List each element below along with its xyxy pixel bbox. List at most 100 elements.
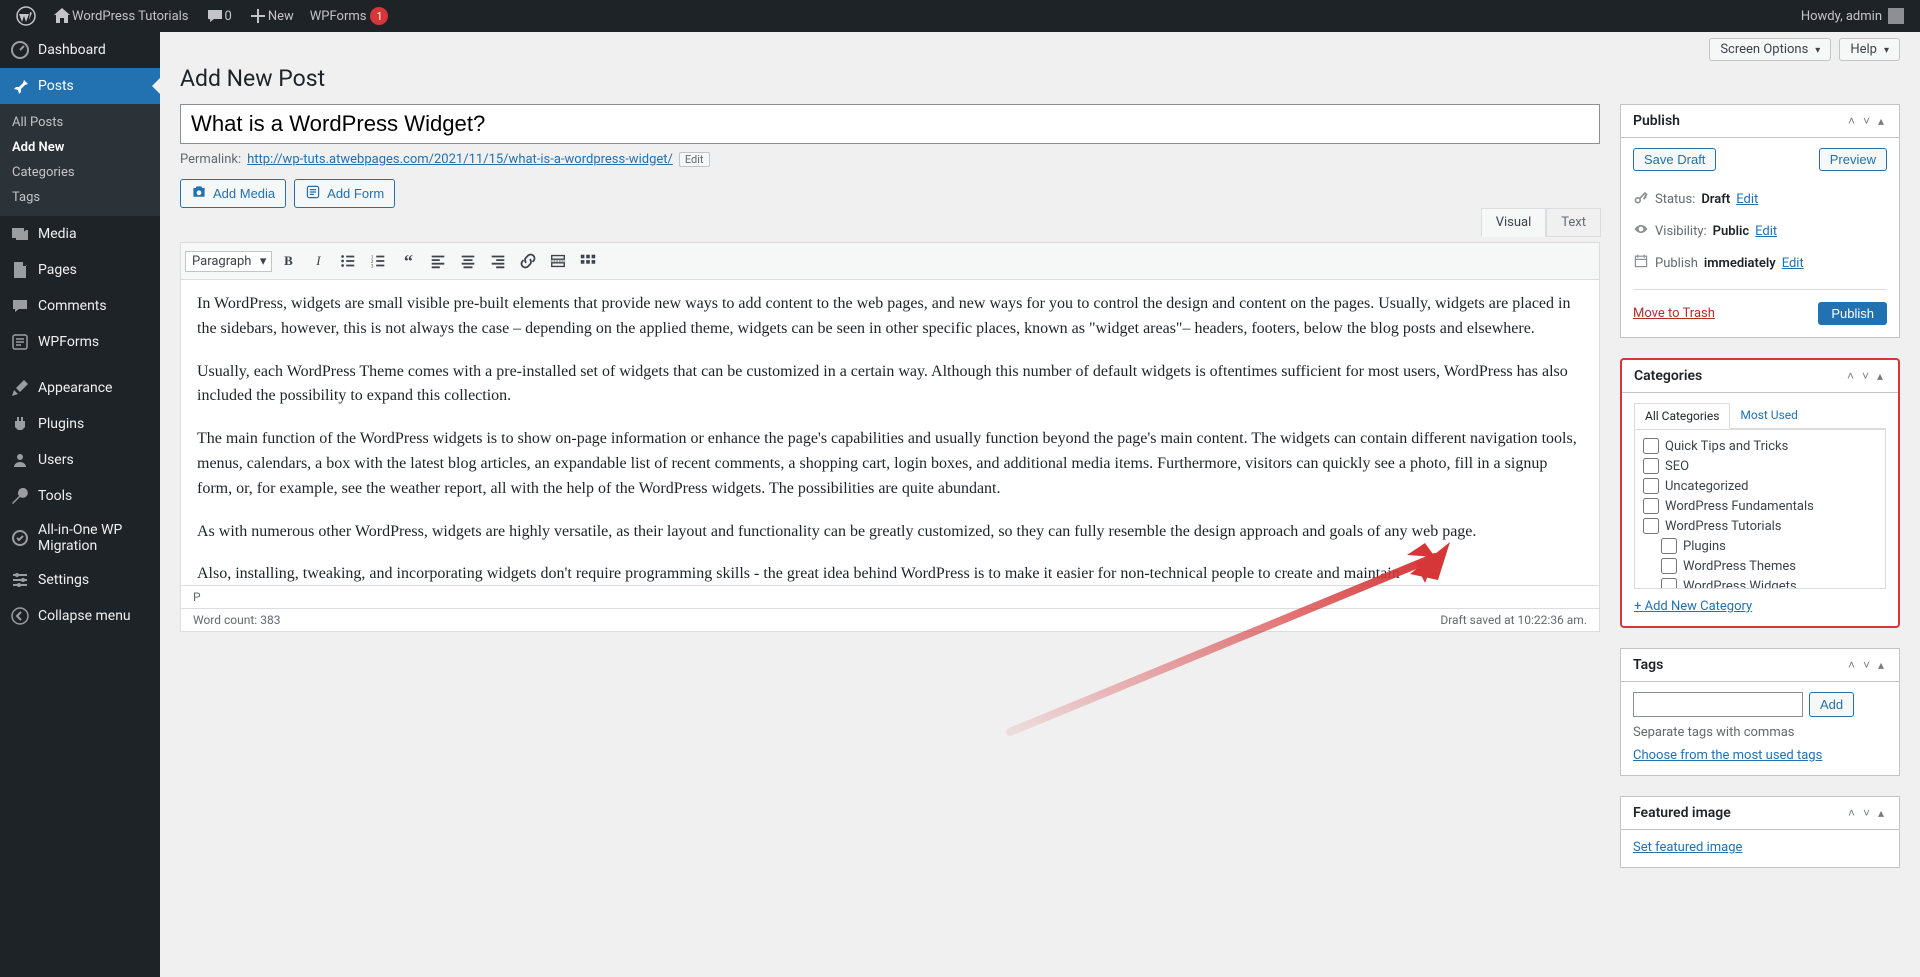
menu-migration[interactable]: All-in-One WP Migration [0, 514, 160, 562]
editor-toolbar: Paragraph B I 123 “ [181, 243, 1599, 280]
wpforms-link[interactable]: WPForms1 [302, 0, 397, 32]
wp-logo[interactable] [8, 0, 44, 32]
menu-users[interactable]: Users [0, 442, 160, 478]
publish-button[interactable]: Publish [1818, 302, 1887, 325]
tab-all-categories[interactable]: All Categories [1634, 403, 1730, 429]
quote-button[interactable]: “ [394, 247, 422, 275]
italic-button[interactable]: I [304, 247, 332, 275]
help-tab[interactable]: Help [1839, 38, 1900, 61]
wrench-icon [10, 486, 30, 506]
autosave-status: Draft saved at 10:22:36 am. [1440, 613, 1587, 627]
cat-checkbox[interactable] [1643, 458, 1659, 474]
add-form-button[interactable]: Add Form [294, 179, 395, 208]
cat-label: Uncategorized [1665, 479, 1748, 494]
menu-appearance[interactable]: Appearance [0, 370, 160, 406]
menu-media[interactable]: Media [0, 216, 160, 252]
move-to-trash-link[interactable]: Move to Trash [1633, 306, 1715, 321]
toggle-icon[interactable]: ▴ [1875, 114, 1887, 128]
account-link[interactable]: Howdy, admin [1793, 0, 1912, 32]
edit-slug-button[interactable]: Edit [679, 152, 710, 167]
choose-tags-link[interactable]: Choose from the most used tags [1633, 748, 1822, 763]
edit-visibility-link[interactable]: Edit [1755, 224, 1777, 239]
admin-bar: WordPress Tutorials 0 New WPForms1 Howdy… [0, 0, 1920, 32]
move-up-icon[interactable]: ˄ [1845, 806, 1858, 820]
bold-button[interactable]: B [274, 247, 302, 275]
editor-content[interactable]: In WordPress, widgets are small visible … [181, 280, 1599, 585]
cat-checkbox[interactable] [1661, 538, 1677, 554]
admin-menu: Dashboard Posts All Posts Add New Catego… [0, 32, 160, 977]
page-icon [10, 260, 30, 280]
tab-text[interactable]: Text [1546, 208, 1601, 237]
toggle-icon[interactable]: ▴ [1874, 369, 1886, 383]
permalink-link[interactable]: http://wp-tuts.atwebpages.com/2021/11/15… [247, 152, 673, 167]
featured-title: Featured image [1633, 805, 1731, 821]
menu-plugins[interactable]: Plugins [0, 406, 160, 442]
edit-status-link[interactable]: Edit [1736, 192, 1758, 207]
cat-label: Quick Tips and Tricks [1665, 439, 1788, 454]
menu-comments[interactable]: Comments [0, 288, 160, 324]
page-title: Add New Post [180, 65, 1900, 92]
tab-visual[interactable]: Visual [1481, 208, 1547, 237]
tab-most-used[interactable]: Most Used [1730, 403, 1808, 428]
align-center-button[interactable] [454, 247, 482, 275]
menu-dashboard[interactable]: Dashboard [0, 32, 160, 68]
align-left-button[interactable] [424, 247, 452, 275]
menu-collapse[interactable]: Collapse menu [0, 598, 160, 634]
add-tag-button[interactable]: Add [1809, 692, 1854, 717]
menu-tools[interactable]: Tools [0, 478, 160, 514]
comments-link[interactable]: 0 [197, 0, 240, 32]
toolbar-toggle-button[interactable] [574, 247, 602, 275]
post-title-input[interactable] [180, 104, 1600, 144]
link-button[interactable] [514, 247, 542, 275]
cat-checkbox[interactable] [1661, 558, 1677, 574]
toggle-icon[interactable]: ▴ [1875, 658, 1887, 672]
move-down-icon[interactable]: ˅ [1860, 114, 1873, 128]
move-down-icon[interactable]: ˅ [1859, 369, 1872, 383]
cat-label: WordPress Themes [1683, 559, 1796, 574]
edit-timestamp-link[interactable]: Edit [1782, 256, 1804, 271]
menu-posts[interactable]: Posts [0, 68, 160, 104]
screen-options-tab[interactable]: Screen Options [1709, 38, 1831, 61]
align-right-button[interactable] [484, 247, 512, 275]
set-featured-image-link[interactable]: Set featured image [1633, 840, 1742, 855]
numbered-list-button[interactable]: 123 [364, 247, 392, 275]
cat-checkbox[interactable] [1643, 518, 1659, 534]
cat-checkbox[interactable] [1661, 578, 1677, 589]
brush-icon [10, 378, 30, 398]
sub-all-posts[interactable]: All Posts [0, 110, 160, 135]
preview-button[interactable]: Preview [1819, 148, 1887, 171]
move-up-icon[interactable]: ˄ [1844, 369, 1857, 383]
tags-title: Tags [1633, 657, 1663, 673]
cat-label: Plugins [1683, 539, 1726, 554]
move-up-icon[interactable]: ˄ [1845, 658, 1858, 672]
new-content[interactable]: New [240, 0, 302, 32]
cat-checkbox[interactable] [1643, 478, 1659, 494]
site-link[interactable]: WordPress Tutorials [44, 0, 197, 32]
add-new-category-link[interactable]: + Add New Category [1634, 599, 1752, 614]
sub-tags[interactable]: Tags [0, 185, 160, 210]
toggle-icon[interactable]: ▴ [1875, 806, 1887, 820]
menu-label: Media [38, 226, 77, 242]
move-down-icon[interactable]: ˅ [1860, 806, 1873, 820]
bullet-list-button[interactable] [334, 247, 362, 275]
menu-label: Pages [38, 262, 77, 278]
category-list[interactable]: Quick Tips and Tricks SEO Uncategorized … [1634, 429, 1886, 589]
permalink-label: Permalink: [180, 152, 241, 167]
cat-checkbox[interactable] [1643, 438, 1659, 454]
format-select[interactable]: Paragraph [185, 251, 272, 272]
form-icon [305, 184, 321, 203]
sub-add-new[interactable]: Add New [0, 135, 160, 160]
move-up-icon[interactable]: ˄ [1845, 114, 1858, 128]
menu-settings[interactable]: Settings [0, 562, 160, 598]
move-down-icon[interactable]: ˅ [1860, 658, 1873, 672]
menu-wpforms[interactable]: WPForms [0, 324, 160, 360]
sub-categories[interactable]: Categories [0, 160, 160, 185]
comment-icon [205, 6, 225, 26]
word-count: Word count: 383 [193, 613, 280, 627]
save-draft-button[interactable]: Save Draft [1633, 148, 1716, 171]
menu-pages[interactable]: Pages [0, 252, 160, 288]
tag-input[interactable] [1633, 692, 1803, 717]
cat-checkbox[interactable] [1643, 498, 1659, 514]
add-media-button[interactable]: Add Media [180, 179, 286, 208]
readmore-button[interactable] [544, 247, 572, 275]
